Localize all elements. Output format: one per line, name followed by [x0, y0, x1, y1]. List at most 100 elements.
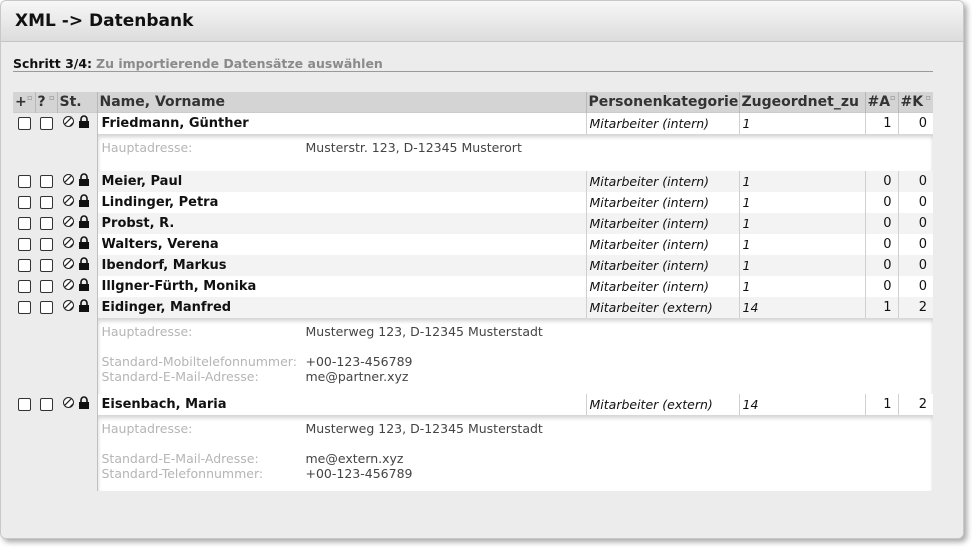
- column-add[interactable]: + ▫: [13, 92, 35, 113]
- row-category: Mitarbeiter (intern): [585, 255, 739, 276]
- detail-value: Musterstr. 123, D-12345 Musterort: [305, 140, 522, 155]
- column-name[interactable]: Name, Vorname: [96, 92, 586, 113]
- table-row: Illgner-Fürth, Monika Mitarbeiter (intern…: [13, 276, 933, 297]
- add-checkbox[interactable]: [17, 117, 31, 130]
- row-name: Lindinger, Petra: [96, 192, 586, 213]
- help-checkbox[interactable]: [39, 196, 53, 209]
- step-divider: [13, 71, 933, 72]
- add-checkbox[interactable]: [17, 280, 31, 293]
- column-k[interactable]: #K ▫: [897, 92, 933, 113]
- column-a[interactable]: #A ▫: [864, 92, 898, 113]
- table-row: Probst, R. Mitarbeiter (intern) 1 0 0: [13, 213, 933, 234]
- row-assigned: 1: [738, 192, 865, 213]
- row-k-count: 0: [897, 192, 933, 213]
- add-checkbox[interactable]: [17, 398, 31, 411]
- row-assigned: 1: [738, 234, 865, 255]
- row-category: Mitarbeiter (intern): [585, 171, 739, 192]
- help-checkbox[interactable]: [39, 175, 53, 188]
- table-header: + ▫ ? ▫ St. Name, Vorname Personenkategori…: [13, 92, 933, 113]
- window-titlebar: XML -> Datenbank: [1, 1, 963, 42]
- detail-value: Musterweg 123, D-12345 Musterstadt: [305, 421, 543, 436]
- sort-indicator-icon: ▫: [925, 93, 931, 102]
- add-checkbox[interactable]: [17, 301, 31, 314]
- detail-line: Standard-Mobiltelefonnummer: +00-123-4567…: [102, 354, 930, 369]
- detail-label: Standard-Mobiltelefonnummer:: [101, 354, 297, 369]
- row-a-count: 0: [864, 171, 898, 192]
- row-details: Hauptadresse: Musterweg 123, D-12345 Must…: [13, 318, 933, 394]
- lock-icon: [78, 236, 90, 253]
- column-add-label: +: [15, 94, 27, 110]
- column-status[interactable]: St.: [56, 92, 97, 113]
- lock-icon: [78, 257, 90, 274]
- wizard-panel: Schritt 3/4: Zu importierende Datensätze…: [1, 42, 963, 538]
- detail-line: Standard-E-Mail-Adresse: me@extern.xyz: [102, 451, 930, 466]
- column-help[interactable]: ? ▫: [34, 92, 57, 113]
- row-assigned: 1: [738, 276, 865, 297]
- row-category: Mitarbeiter (intern): [585, 112, 739, 134]
- help-checkbox[interactable]: [39, 398, 53, 411]
- striped-circle-icon: [63, 116, 75, 131]
- sort-indicator-icon: ▫: [27, 93, 33, 102]
- row-assigned: 14: [738, 297, 865, 318]
- row-assigned: 1: [738, 112, 865, 134]
- add-checkbox[interactable]: [17, 217, 31, 230]
- details-panel: Hauptadresse: Musterweg 123, D-12345 Must…: [96, 318, 933, 394]
- row-name: Eisenbach, Maria: [96, 394, 586, 415]
- row-k-count: 0: [897, 112, 933, 134]
- row-a-count: 1: [864, 112, 898, 134]
- column-category[interactable]: Personenkategorie: [585, 92, 739, 113]
- detail-line: Standard-Telefonnummer: +00-123-456789: [102, 466, 930, 481]
- lock-icon: [78, 278, 90, 295]
- row-details: Hauptadresse: Musterweg 123, D-12345 Must…: [13, 415, 933, 491]
- help-checkbox[interactable]: [39, 217, 53, 230]
- row-details: Hauptadresse: Musterstr. 123, D-12345 Mus…: [13, 134, 933, 171]
- help-checkbox[interactable]: [39, 280, 53, 293]
- add-checkbox[interactable]: [17, 196, 31, 209]
- row-assigned: 1: [738, 213, 865, 234]
- row-k-count: 0: [897, 213, 933, 234]
- row-category: Mitarbeiter (intern): [585, 192, 739, 213]
- detail-line: Hauptadresse: Musterweg 123, D-12345 Must…: [102, 421, 930, 436]
- row-category: Mitarbeiter (intern): [585, 276, 739, 297]
- add-checkbox[interactable]: [17, 238, 31, 251]
- striped-circle-icon: [63, 258, 75, 273]
- row-name: Walters, Verena: [96, 234, 586, 255]
- column-k-label: #K: [900, 94, 924, 110]
- detail-value: +00-123-456789: [305, 354, 413, 369]
- row-a-count: 1: [864, 394, 898, 415]
- row-a-count: 1: [864, 297, 898, 318]
- column-help-label: ?: [37, 94, 46, 110]
- detail-label: Standard-Telefonnummer:: [101, 466, 264, 481]
- sort-indicator-icon: ▫: [890, 93, 896, 102]
- lock-icon: [78, 115, 90, 132]
- help-checkbox[interactable]: [39, 301, 53, 314]
- striped-circle-icon: [63, 397, 75, 412]
- row-assigned: 1: [738, 171, 865, 192]
- help-checkbox[interactable]: [39, 259, 53, 272]
- table-row: Eisenbach, Maria Mitarbeiter (extern) 14 1 2: [13, 394, 933, 415]
- row-category: Mitarbeiter (intern): [585, 234, 739, 255]
- striped-circle-icon: [63, 195, 75, 210]
- striped-circle-icon: [63, 300, 75, 315]
- help-checkbox[interactable]: [39, 117, 53, 130]
- row-assigned: 14: [738, 394, 865, 415]
- add-checkbox[interactable]: [17, 259, 31, 272]
- detail-value: +00-123-456789: [305, 466, 413, 481]
- lock-icon: [78, 194, 90, 211]
- row-a-count: 0: [864, 255, 898, 276]
- detail-value: me@extern.xyz: [305, 451, 404, 466]
- row-name: Meier, Paul: [96, 171, 586, 192]
- help-checkbox[interactable]: [39, 238, 53, 251]
- table-row: Friedmann, Günther Mitarbeiter (intern) 1 1…: [13, 112, 933, 134]
- striped-circle-icon: [63, 237, 75, 252]
- table-row: Eidinger, Manfred Mitarbeiter (extern) 14 1…: [13, 297, 933, 318]
- row-name: Probst, R.: [96, 213, 586, 234]
- column-assigned[interactable]: Zugeordnet_zu: [738, 92, 865, 113]
- add-checkbox[interactable]: [17, 175, 31, 188]
- lock-icon: [78, 173, 90, 190]
- detail-line: Hauptadresse: Musterstr. 123, D-12345 Mus…: [102, 140, 930, 155]
- row-k-count: 0: [897, 171, 933, 192]
- detail-label: Hauptadresse:: [101, 140, 193, 155]
- step-label: Schritt 3/4:: [13, 56, 93, 71]
- row-assigned: 1: [738, 255, 865, 276]
